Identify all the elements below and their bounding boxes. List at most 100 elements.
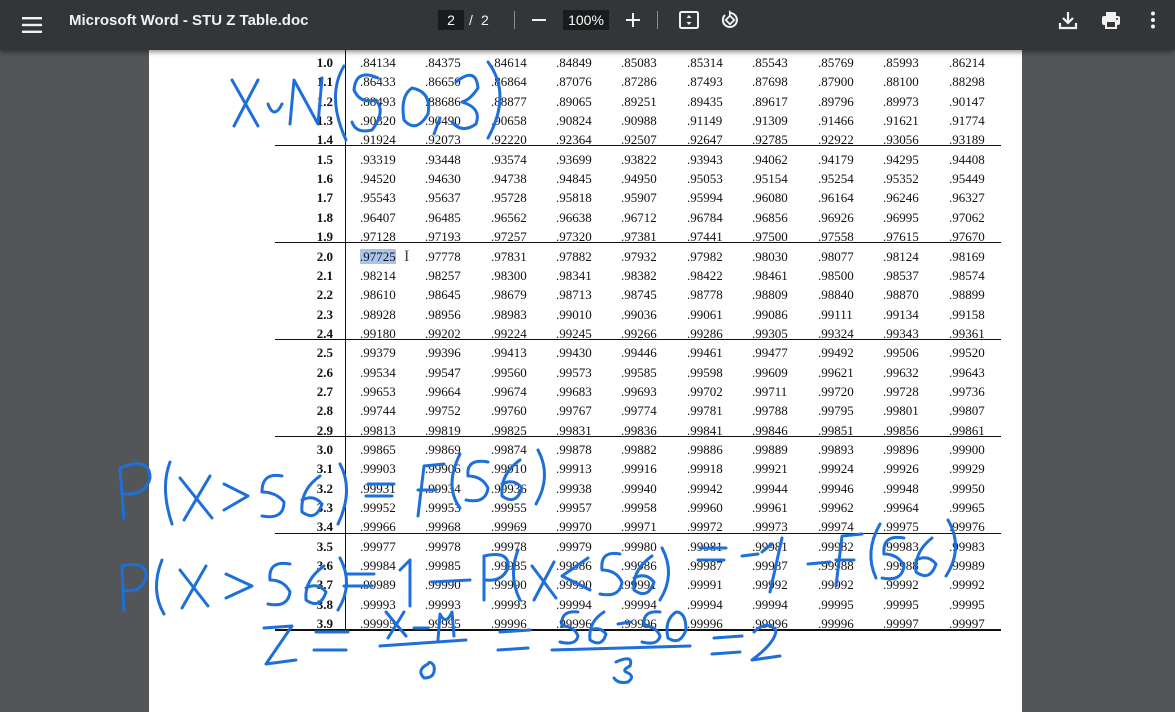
table-cell[interactable]: .94295 <box>883 152 945 168</box>
table-cell[interactable]: .99950 <box>949 481 1011 497</box>
table-cell[interactable]: .99987 <box>687 558 749 574</box>
table-cell[interactable]: .99061 <box>687 307 749 323</box>
table-cell[interactable]: .99993 <box>360 597 422 613</box>
table-cell[interactable]: .99942 <box>687 481 749 497</box>
table-cell[interactable]: .85993 <box>883 55 945 71</box>
table-cell[interactable]: .99983 <box>883 539 945 555</box>
table-cell[interactable]: .99984 <box>360 558 422 574</box>
table-cell[interactable]: .96712 <box>621 210 683 226</box>
table-cell[interactable]: .99893 <box>818 442 880 458</box>
table-cell[interactable]: .99929 <box>949 461 1011 477</box>
table-cell[interactable]: .99987 <box>752 558 814 574</box>
table-cell[interactable]: .96562 <box>491 210 553 226</box>
table-cell[interactable]: .99957 <box>556 500 618 516</box>
table-cell[interactable]: .94950 <box>621 171 683 187</box>
table-cell[interactable]: .99993 <box>425 597 487 613</box>
table-cell[interactable]: .94408 <box>949 152 1011 168</box>
table-cell[interactable]: .99979 <box>556 539 618 555</box>
table-cell[interactable]: .98257 <box>425 268 487 284</box>
table-cell[interactable]: .98461 <box>752 268 814 284</box>
table-cell[interactable]: .99621 <box>818 365 880 381</box>
table-cell[interactable]: .99477 <box>752 345 814 361</box>
zoom-in-button[interactable] <box>620 8 646 32</box>
table-cell[interactable]: .99924 <box>818 461 880 477</box>
table-cell[interactable]: .93822 <box>621 152 683 168</box>
zoom-out-button[interactable] <box>526 8 552 32</box>
table-cell[interactable]: .99664 <box>425 384 487 400</box>
table-cell[interactable]: .91774 <box>949 113 1011 129</box>
table-cell[interactable]: .99994 <box>752 597 814 613</box>
table-cell[interactable]: .99916 <box>621 461 683 477</box>
table-cell[interactable]: .98610 <box>360 287 422 303</box>
table-cell[interactable]: .99994 <box>687 597 749 613</box>
table-cell[interactable]: .99720 <box>818 384 880 400</box>
table-cell[interactable]: .98983 <box>491 307 553 323</box>
table-cell[interactable]: .96995 <box>883 210 945 226</box>
table-cell[interactable]: .84134 <box>360 55 422 71</box>
table-cell[interactable]: .93319 <box>360 152 422 168</box>
table-cell[interactable]: .90490 <box>425 113 487 129</box>
table-cell[interactable]: .96246 <box>883 190 945 206</box>
table-cell[interactable]: .90320 <box>360 113 422 129</box>
table-cell[interactable]: .99921 <box>752 461 814 477</box>
table-cell[interactable]: .99379 <box>360 345 422 361</box>
table-cell[interactable]: .87076 <box>556 74 618 90</box>
table-cell[interactable]: .95637 <box>425 190 487 206</box>
table-cell[interactable]: .99711 <box>752 384 814 400</box>
table-cell[interactable]: .91309 <box>752 113 814 129</box>
table-cell[interactable]: .99036 <box>621 307 683 323</box>
table-cell[interactable]: .99547 <box>425 365 487 381</box>
table-cell[interactable]: .95254 <box>818 171 880 187</box>
table-cell[interactable]: .99993 <box>491 597 553 613</box>
table-cell[interactable]: .86214 <box>949 55 1011 71</box>
table-cell[interactable]: .99896 <box>883 442 945 458</box>
current-page-input[interactable]: 2 <box>438 10 464 30</box>
table-cell[interactable]: .90658 <box>491 113 553 129</box>
table-cell[interactable]: .93699 <box>556 152 618 168</box>
table-cell[interactable]: .99988 <box>883 558 945 574</box>
table-cell[interactable]: .94845 <box>556 171 618 187</box>
table-cell[interactable]: .96485 <box>425 210 487 226</box>
table-cell[interactable]: .98537 <box>883 268 945 284</box>
table-cell[interactable]: .99989 <box>360 577 422 593</box>
table-cell[interactable]: .99926 <box>883 461 945 477</box>
table-cell[interactable]: .89617 <box>752 94 814 110</box>
table-cell[interactable]: .90988 <box>621 113 683 129</box>
table-cell[interactable]: .99946 <box>818 481 880 497</box>
table-cell[interactable]: .87493 <box>687 74 749 90</box>
table-cell[interactable]: .84614 <box>491 55 553 71</box>
table-cell[interactable]: .99674 <box>491 384 553 400</box>
fit-to-page-button[interactable] <box>675 7 703 33</box>
table-cell[interactable]: .93448 <box>425 152 487 168</box>
table-cell[interactable]: .99728 <box>883 384 945 400</box>
table-cell[interactable]: .99989 <box>949 558 1011 574</box>
table-cell[interactable]: .95818 <box>556 190 618 206</box>
table-cell[interactable]: .99446 <box>621 345 683 361</box>
table-cell[interactable]: .99585 <box>621 365 683 381</box>
table-cell[interactable]: .87286 <box>621 74 683 90</box>
table-cell[interactable]: .99774 <box>621 403 683 419</box>
table-cell[interactable]: .87900 <box>818 74 880 90</box>
table-cell[interactable]: .98899 <box>949 287 1011 303</box>
table-cell[interactable]: .96638 <box>556 210 618 226</box>
table-cell[interactable]: .96407 <box>360 210 422 226</box>
table-cell[interactable]: .89796 <box>818 94 880 110</box>
table-cell[interactable]: .99918 <box>687 461 749 477</box>
table-cell[interactable]: .99955 <box>491 500 553 516</box>
table-cell[interactable]: .99111 <box>818 307 880 323</box>
table-cell[interactable]: .96080 <box>752 190 814 206</box>
table-cell[interactable]: .98745 <box>621 287 683 303</box>
table-cell[interactable]: .86864 <box>491 74 553 90</box>
table-cell[interactable]: .86433 <box>360 74 422 90</box>
table-cell[interactable]: .99936 <box>491 481 553 497</box>
table-cell[interactable]: .99632 <box>883 365 945 381</box>
table-cell[interactable]: .84375 <box>425 55 487 71</box>
table-cell[interactable]: .99960 <box>687 500 749 516</box>
table-cell[interactable]: .99977 <box>360 539 422 555</box>
table-cell[interactable]: .90824 <box>556 113 618 129</box>
table-cell[interactable]: .91621 <box>883 113 945 129</box>
table-cell[interactable]: .86650 <box>425 74 487 90</box>
table-cell[interactable]: .99994 <box>556 597 618 613</box>
more-options-button[interactable] <box>1143 6 1163 34</box>
table-cell[interactable]: .99991 <box>687 577 749 593</box>
